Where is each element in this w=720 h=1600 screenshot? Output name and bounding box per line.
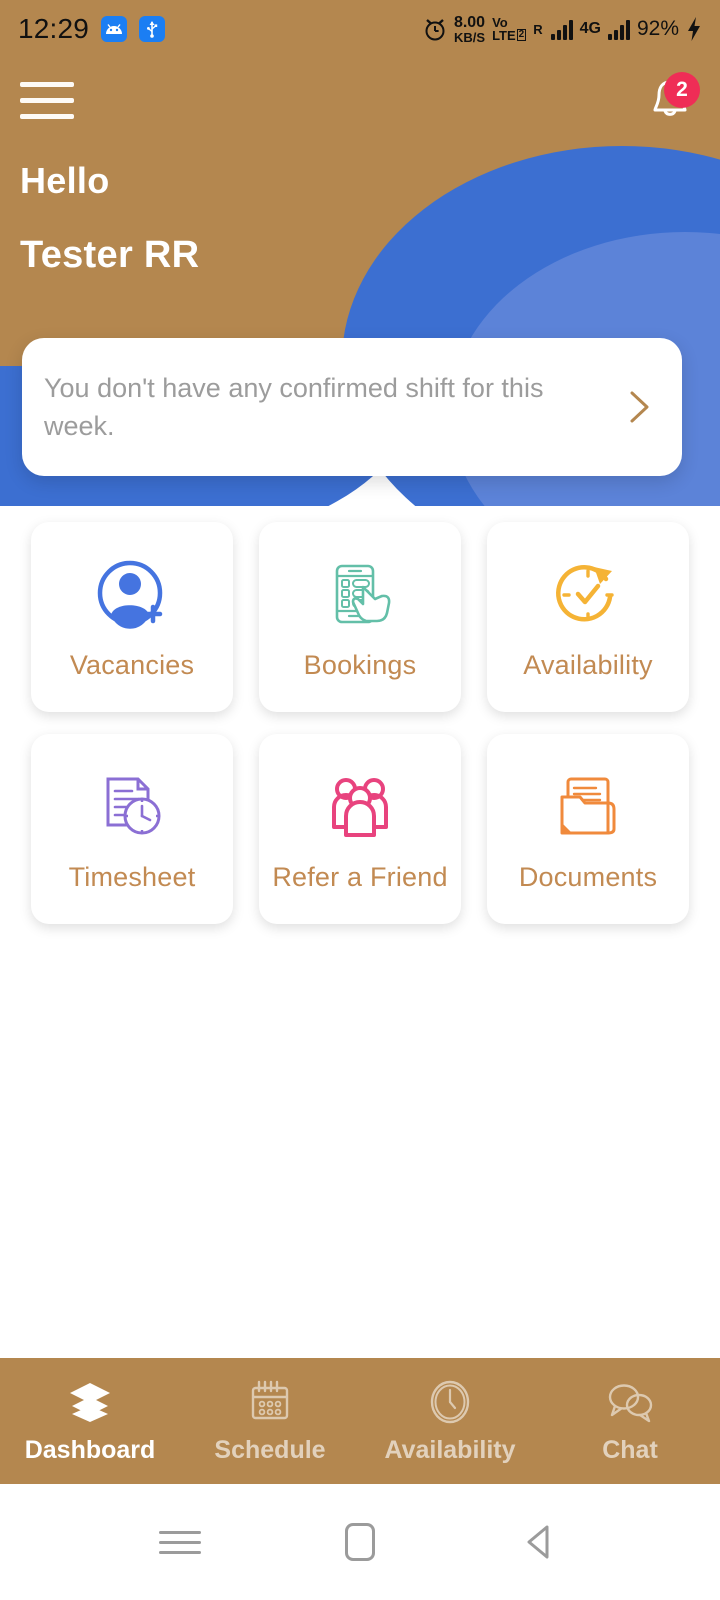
volte-indicator: Vo LTE 2 xyxy=(492,16,527,43)
nav-label: Chat xyxy=(602,1435,658,1464)
network-type-label: 4G xyxy=(579,20,601,37)
home-icon[interactable] xyxy=(330,1512,390,1572)
app-screen: 12:29 8.00 KB/S Vo LTE 2 R 4G 92% 2 Hell… xyxy=(0,0,720,1600)
recents-icon[interactable] xyxy=(150,1512,210,1572)
usb-icon xyxy=(139,16,166,42)
tile-documents[interactable]: Documents xyxy=(487,734,689,924)
hamburger-line xyxy=(20,81,74,87)
nav-label: Availability xyxy=(384,1435,516,1464)
network-speed-value: 8.00 xyxy=(453,13,486,31)
tile-label: Timesheet xyxy=(68,861,196,892)
nav-label: Dashboard xyxy=(24,1435,156,1464)
roaming-indicator: R xyxy=(533,21,543,37)
status-bar: 12:29 8.00 KB/S Vo LTE 2 R 4G 92% xyxy=(0,0,720,58)
recents-line xyxy=(159,1550,201,1554)
tile-availability[interactable]: Availability xyxy=(487,522,689,712)
hamburger-line xyxy=(20,97,74,103)
status-bar-right: 8.00 KB/S Vo LTE 2 R 4G 92% xyxy=(423,13,702,45)
hamburger-menu-icon[interactable] xyxy=(20,78,74,122)
shift-notice-message: You don't have any confirmed shift for t… xyxy=(44,372,544,441)
android-system-nav xyxy=(0,1484,720,1600)
tile-label: Availability xyxy=(523,649,653,680)
quick-actions-grid: Vacancies Bookings Availability Timeshee… xyxy=(0,522,720,924)
status-bar-clock: 12:29 xyxy=(18,13,90,44)
person-add-circle-icon xyxy=(94,554,170,636)
tile-label: Refer a Friend xyxy=(272,861,448,892)
tile-bookings[interactable]: Bookings xyxy=(259,522,461,712)
greeting-block: Hello Tester RR xyxy=(20,160,199,277)
layers-stack-icon xyxy=(67,1378,113,1426)
chevron-right-icon xyxy=(630,391,649,423)
tile-label: Bookings xyxy=(303,649,417,680)
nav-item-chat[interactable]: Chat xyxy=(540,1358,720,1484)
tile-refer-a-friend[interactable]: Refer a Friend xyxy=(259,734,461,924)
signal-bars-sim2 xyxy=(607,18,630,40)
tile-label: Vacancies xyxy=(69,649,195,680)
greeting-hello: Hello xyxy=(20,160,110,201)
recents-line xyxy=(159,1540,201,1544)
alarm-icon xyxy=(425,19,445,41)
clock-icon xyxy=(427,1378,473,1426)
bottom-navigation-bar: Dashboard Schedule Availability Chat xyxy=(0,1358,720,1484)
android-icon xyxy=(101,16,128,42)
notification-badge: 2 xyxy=(664,72,700,108)
document-clock-icon xyxy=(94,766,170,848)
tile-timesheet[interactable]: Timesheet xyxy=(31,734,233,924)
nav-label: Schedule xyxy=(214,1435,326,1464)
status-bar-left: 12:29 xyxy=(18,13,166,45)
volte-line-2: LTE xyxy=(492,28,516,43)
people-group-icon xyxy=(322,766,398,848)
calendar-icon xyxy=(247,1378,293,1426)
chat-bubbles-icon xyxy=(606,1378,654,1426)
network-speed: 8.00 KB/S xyxy=(453,13,486,45)
sim-slot-badge: 2 xyxy=(516,28,527,41)
network-speed-unit: KB/S xyxy=(453,29,486,45)
tile-label: Documents xyxy=(518,861,658,892)
nav-item-availability[interactable]: Availability xyxy=(360,1358,540,1484)
nav-item-schedule[interactable]: Schedule xyxy=(180,1358,360,1484)
app-top-bar: 2 xyxy=(0,58,720,142)
signal-bars-sim1 xyxy=(550,18,573,40)
charging-bolt-icon xyxy=(688,17,700,41)
hamburger-line xyxy=(20,113,74,119)
recents-line xyxy=(159,1530,201,1534)
tile-vacancies[interactable]: Vacancies xyxy=(31,522,233,712)
folder-documents-icon xyxy=(550,766,626,848)
phone-tap-hand-icon xyxy=(322,554,398,636)
notification-bell-button[interactable]: 2 xyxy=(640,70,700,130)
nav-item-dashboard[interactable]: Dashboard xyxy=(0,1358,180,1484)
clock-refresh-check-icon xyxy=(550,554,626,636)
user-name: Tester RR xyxy=(20,234,200,276)
back-icon[interactable] xyxy=(510,1512,570,1572)
shift-notice-card[interactable]: You don't have any confirmed shift for t… xyxy=(22,338,682,476)
battery-percentage: 92% xyxy=(636,17,679,40)
